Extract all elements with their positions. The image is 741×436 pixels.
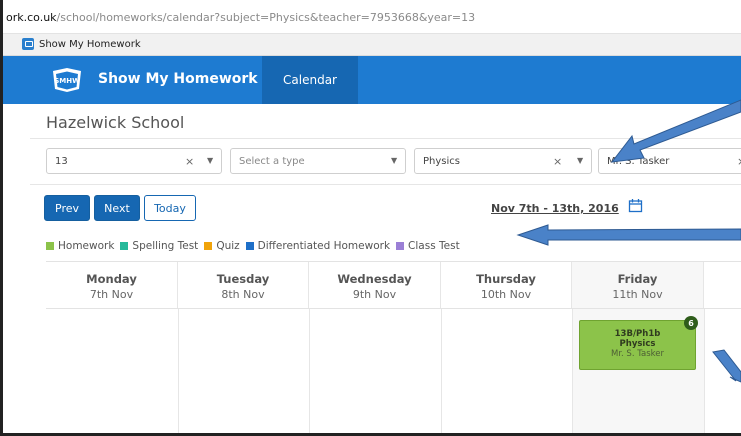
legend-differentiated-homework[interactable]: Differentiated Homework [245,240,391,252]
legend-label: Homework [58,240,115,252]
day-header-monday: Monday 7th Nov [46,262,178,308]
clear-icon[interactable]: × [185,155,194,168]
divider [30,138,741,139]
divider [30,184,741,185]
event-class-code: 13B/Ph1b [614,329,661,339]
legend-quiz[interactable]: Quiz [204,240,240,252]
legend-swatch [120,242,129,250]
column-divider [572,309,573,433]
event-count-badge: 6 [684,316,698,330]
legend-homework[interactable]: Homework [46,240,114,252]
url-text[interactable]: ork.co.uk/school/homeworks/calendar?subj… [6,11,475,24]
legend: Homework Spelling Test Quiz Differentiat… [46,240,466,252]
clear-icon[interactable]: × [737,155,741,168]
brand-title[interactable]: Show My Homework [98,71,258,87]
legend-class-test[interactable]: Class Test [396,240,460,252]
legend-label: Class Test [408,240,460,252]
column-divider [178,309,179,433]
day-header-wednesday: Wednesday 9th Nov [309,262,441,308]
legend-swatch [204,242,213,250]
chevron-down-icon[interactable]: ▼ [577,156,583,165]
url-host: ork.co.uk [6,11,57,24]
annotation-arrow-legend [516,224,741,246]
day-date: 7th Nov [89,288,134,301]
day-date: 10th Nov [480,288,532,301]
year-value: 13 [55,156,68,167]
legend-spelling-test[interactable]: Spelling Test [120,240,198,252]
teacher-select[interactable]: Mr. S. Tasker × [598,148,741,174]
chevron-down-icon[interactable]: ▼ [391,156,397,165]
day-name: Wednesday [337,272,412,286]
today-button[interactable]: Today [144,195,196,221]
day-name: Friday [617,272,658,286]
browser-tab-bar: Show My Homework [0,34,741,56]
app-header: SMHW Show My Homework Calendar [0,56,741,104]
legend-swatch [46,242,54,250]
homework-event-card[interactable]: 13B/Ph1b Physics Mr. S. Tasker [579,320,696,370]
day-date: 9th Nov [352,288,397,301]
legend-label: Differentiated Homework [257,240,391,252]
column-divider [309,309,310,433]
url-path: /school/homeworks/calendar?subject=Physi… [56,11,476,24]
next-button[interactable]: Next [94,195,140,221]
date-range-label[interactable]: Nov 7th - 13th, 2016 [491,202,619,215]
day-header-thursday: Thursday 10th Nov [441,262,572,308]
legend-label: Spelling Test [132,240,199,252]
day-header-friday: Friday 11th Nov [572,262,704,308]
subject-value: Physics [423,156,460,167]
day-date: 11th Nov [612,288,663,301]
favicon-icon [22,38,34,50]
screenshot-frame: { "browser": { "url_host": "ork.co.uk", … [0,0,741,436]
svg-text:SMHW: SMHW [54,77,80,85]
smhw-logo-icon[interactable]: SMHW [50,67,84,93]
type-select[interactable]: Select a type ▼ [230,148,406,174]
year-select[interactable]: 13 × ▼ [46,148,222,174]
calendar-header: Monday 7th Nov Tuesday 8th Nov Wednesday… [46,261,741,309]
day-name: Monday [86,272,137,286]
tab-calendar[interactable]: Calendar [262,56,358,104]
type-placeholder: Select a type [239,156,305,167]
day-name: Thursday [476,272,536,286]
prev-button[interactable]: Prev [44,195,90,221]
address-bar[interactable]: ork.co.uk/school/homeworks/calendar?subj… [0,0,741,34]
day-name: Tuesday [216,272,270,286]
calendar-icon[interactable] [628,198,643,213]
legend-swatch [396,242,405,250]
legend-swatch [245,242,254,250]
event-subject: Physics [619,339,656,349]
column-divider [704,309,705,433]
chevron-down-icon[interactable]: ▼ [207,156,213,165]
day-date: 8th Nov [221,288,265,301]
tab-title: Show My Homework [39,38,141,50]
column-divider [441,309,442,433]
teacher-value: Mr. S. Tasker [607,156,670,167]
day-header-tuesday: Tuesday 8th Nov [178,262,309,308]
school-name: Hazelwick School [46,113,185,132]
event-teacher: Mr. S. Tasker [610,349,665,359]
subject-select[interactable]: Physics × ▼ [414,148,592,174]
browser-tab[interactable]: Show My Homework [22,38,141,50]
clear-icon[interactable]: × [553,155,562,168]
legend-label: Quiz [216,240,240,252]
